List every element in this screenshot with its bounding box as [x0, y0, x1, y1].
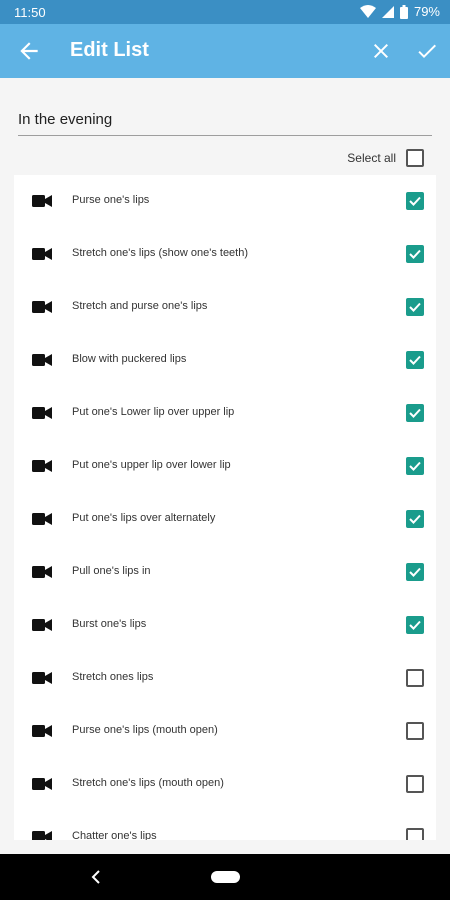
list-item-checkbox[interactable] [406, 722, 424, 740]
select-all-checkbox[interactable] [406, 149, 424, 167]
list-item-label: Put one's lips over alternately [72, 512, 216, 524]
list-item-label: Put one's Lower lip over upper lip [72, 406, 235, 418]
list-item[interactable]: Stretch one's lips (mouth open) [14, 758, 436, 811]
status-bar: 11:50 79% [0, 0, 450, 24]
list-item-checkbox[interactable] [406, 192, 424, 210]
checkmark-icon [409, 514, 421, 524]
list-item-checkbox[interactable] [406, 510, 424, 528]
list-item-label: Stretch ones lips [72, 671, 154, 683]
list-item-checkbox[interactable] [406, 245, 424, 263]
video-camera-icon [32, 831, 52, 840]
list-item[interactable]: Blow with puckered lips [14, 334, 436, 387]
checkmark-icon [409, 461, 421, 471]
page-title: Edit List [70, 39, 149, 61]
checkmark-icon [409, 408, 421, 418]
exercise-list: Purse one's lips Stretch one's lips (show… [14, 175, 436, 840]
list-item-checkbox[interactable] [406, 616, 424, 634]
list-item-label: Stretch one's lips (mouth open) [72, 777, 224, 789]
list-item-checkbox[interactable] [406, 298, 424, 316]
list-item-label: Stretch one's lips (show one's teeth) [72, 247, 249, 259]
checkmark-icon [409, 302, 421, 312]
video-camera-icon [32, 248, 52, 260]
video-camera-icon [32, 195, 52, 207]
list-item[interactable]: Purse one's lips (mouth open) [14, 705, 436, 758]
list-item[interactable]: Purse one's lips [14, 175, 436, 228]
wifi-icon [359, 4, 376, 18]
close-icon[interactable] [369, 39, 393, 63]
list-item-label: Stretch and purse one's lips [72, 300, 208, 312]
list-item[interactable]: Put one's Lower lip over upper lip [14, 387, 436, 440]
list-item-label: Chatter one's lips [72, 830, 157, 840]
status-icons: 79% [359, 4, 440, 19]
checkmark-icon [409, 196, 421, 206]
checkmark-icon [409, 355, 421, 365]
video-camera-icon [32, 354, 52, 366]
arrow-left-icon[interactable] [16, 38, 42, 64]
video-camera-icon [32, 619, 52, 631]
list-item[interactable]: Stretch and purse one's lips [14, 281, 436, 334]
list-item-label: Pull one's lips in [72, 565, 151, 577]
nav-back-icon[interactable] [89, 869, 105, 885]
checkmark-icon [409, 567, 421, 577]
list-item[interactable]: Chatter one's lips [14, 811, 436, 840]
list-item-checkbox[interactable] [406, 775, 424, 793]
navigation-bar [0, 854, 450, 900]
list-item-checkbox[interactable] [406, 669, 424, 687]
video-camera-icon [32, 513, 52, 525]
select-all[interactable]: Select all [347, 149, 424, 167]
list-item-label: Blow with puckered lips [72, 353, 187, 365]
video-camera-icon [32, 566, 52, 578]
status-time: 11:50 [14, 5, 46, 20]
list-item-label: Purse one's lips [72, 194, 150, 206]
list-item-label: Put one's upper lip over lower lip [72, 459, 231, 471]
signal-icon [381, 5, 394, 18]
list-item[interactable]: Stretch ones lips [14, 652, 436, 705]
video-camera-icon [32, 460, 52, 472]
list-item-label: Burst one's lips [72, 618, 147, 630]
video-camera-icon [32, 725, 52, 737]
list-item-checkbox[interactable] [406, 828, 424, 840]
video-camera-icon [32, 672, 52, 684]
checkmark-icon [409, 249, 421, 259]
list-item-label: Purse one's lips (mouth open) [72, 724, 218, 736]
checkmark-icon [409, 620, 421, 630]
app-bar: Edit List [0, 24, 450, 78]
video-camera-icon [32, 778, 52, 790]
list-item[interactable]: Put one's lips over alternately [14, 493, 436, 546]
list-item[interactable]: Burst one's lips [14, 599, 436, 652]
list-item[interactable]: Pull one's lips in [14, 546, 436, 599]
check-icon[interactable] [414, 39, 440, 63]
video-camera-icon [32, 301, 52, 313]
list-item[interactable]: Stretch one's lips (show one's teeth) [14, 228, 436, 281]
list-item[interactable]: Put one's upper lip over lower lip [14, 440, 436, 493]
list-item-checkbox[interactable] [406, 457, 424, 475]
video-camera-icon [32, 407, 52, 419]
list-item-checkbox[interactable] [406, 351, 424, 369]
list-item-checkbox[interactable] [406, 404, 424, 422]
battery-icon [399, 4, 408, 19]
battery-percent: 79% [413, 4, 440, 19]
home-button[interactable] [211, 871, 240, 883]
select-all-label: Select all [347, 151, 396, 165]
list-item-checkbox[interactable] [406, 563, 424, 581]
list-name-input[interactable] [18, 108, 432, 136]
